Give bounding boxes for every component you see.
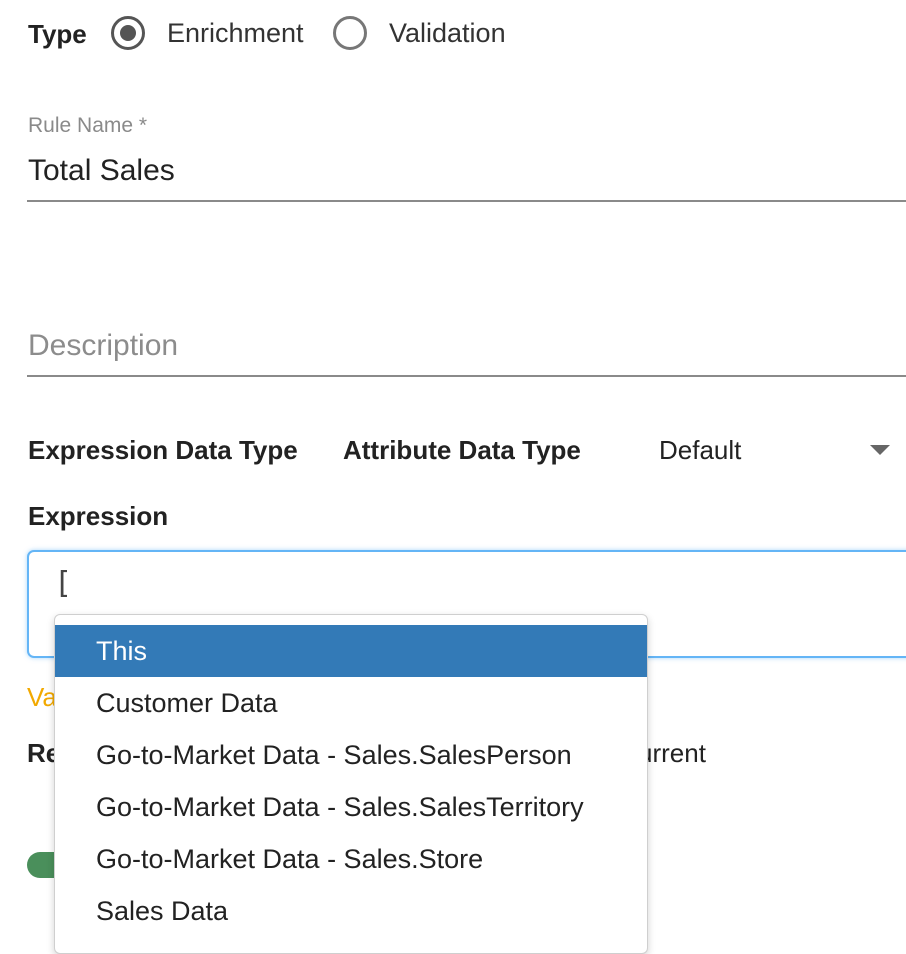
expression-label: Expression	[28, 501, 169, 531]
description-input[interactable]: Description	[28, 328, 178, 364]
autocomplete-item-sales-store[interactable]: Go-to-Market Data - Sales.Store	[55, 833, 647, 885]
expression-hint: Va	[27, 682, 57, 712]
rule-name-label: Rule Name *	[28, 114, 148, 137]
radio-validation[interactable]	[333, 16, 367, 50]
description-underline	[27, 375, 906, 377]
rule-name-underline	[27, 200, 906, 202]
rule-name-input[interactable]: Total Sales	[28, 153, 175, 189]
radio-enrichment-label[interactable]: Enrichment	[167, 16, 304, 50]
expression-data-type-label: Expression Data Type	[28, 435, 298, 465]
chevron-down-icon[interactable]	[870, 445, 890, 455]
autocomplete-item-sales-person[interactable]: Go-to-Market Data - Sales.SalesPerson	[55, 729, 647, 781]
obscured-value: urrent	[638, 738, 706, 768]
autocomplete-item-sales-data[interactable]: Sales Data	[55, 885, 647, 937]
attribute-data-type-label: Attribute Data Type	[343, 435, 581, 465]
attribute-data-type-select[interactable]: Default	[659, 434, 741, 466]
radio-validation-label[interactable]: Validation	[389, 16, 506, 50]
autocomplete-item-sales-territory[interactable]: Go-to-Market Data - Sales.SalesTerritory	[55, 781, 647, 833]
autocomplete-item-customer-data[interactable]: Customer Data	[55, 677, 647, 729]
type-label: Type	[28, 19, 87, 49]
autocomplete-menu: This Customer Data Go-to-Market Data - S…	[54, 614, 648, 954]
expression-input-text[interactable]: [	[54, 566, 72, 602]
autocomplete-item-this[interactable]: This	[55, 625, 647, 677]
radio-enrichment[interactable]	[111, 16, 145, 50]
